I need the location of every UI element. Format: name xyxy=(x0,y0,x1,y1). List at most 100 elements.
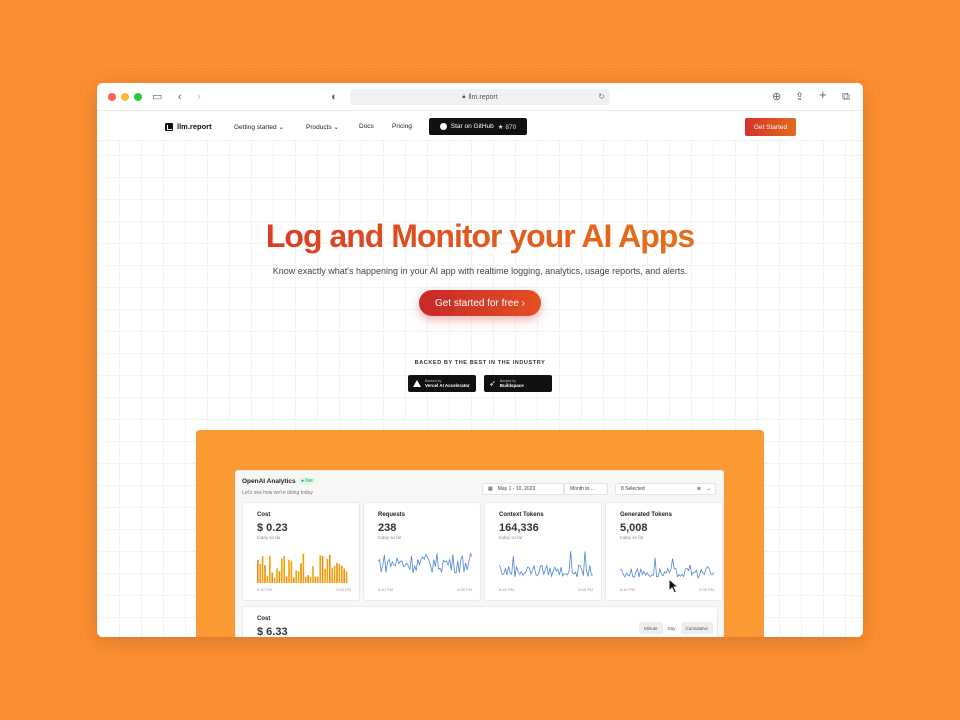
bar xyxy=(259,564,261,583)
time-start-label: 8:40 PM xyxy=(620,587,635,592)
metric-sparkline xyxy=(499,551,593,578)
address-bar[interactable]: 🔒︎ llm.report ↻ xyxy=(350,89,610,105)
selected-value: 8 Selected xyxy=(621,486,645,492)
get-started-free-button[interactable]: Get started for free › xyxy=(419,290,541,316)
buildspace-logo-icon: ➶ xyxy=(489,378,496,388)
maximize-window-button[interactable] xyxy=(134,92,142,101)
github-label: Star on GitHub xyxy=(450,123,494,130)
bar xyxy=(331,568,333,583)
metric-sparkline xyxy=(378,552,472,574)
dashboard-subtitle: Let's see how we're doing today xyxy=(242,490,313,496)
bar xyxy=(341,565,343,583)
back-icon[interactable]: ‹ xyxy=(178,90,182,104)
bar xyxy=(345,571,348,583)
bar xyxy=(276,568,278,583)
metric-subtitle: today so far xyxy=(499,535,523,540)
bar xyxy=(333,565,336,583)
bar xyxy=(281,558,283,583)
nav-pricing[interactable]: Pricing xyxy=(392,123,412,130)
bar xyxy=(338,564,341,583)
metric-subtitle: today so far xyxy=(257,535,281,540)
new-tab-icon[interactable]: + xyxy=(819,88,827,102)
mouse-cursor-icon xyxy=(668,578,680,594)
bar xyxy=(329,555,331,583)
period-value: Month to ... xyxy=(570,486,596,492)
metric-title: Requests xyxy=(378,512,406,518)
bar xyxy=(297,571,300,583)
date-range-picker[interactable]: ▦ May 1 - 10, 2023 xyxy=(482,483,564,495)
time-start-label: 8:40 PM xyxy=(378,587,393,592)
metric-value: 164,336 xyxy=(499,522,539,534)
browser-toolbar: ▭ ‹ › ◐ 🔒︎ llm.report ↻ ⊕ ⇪ + ⧉ xyxy=(97,83,863,111)
bar xyxy=(343,568,345,583)
get-started-button[interactable]: Get Started xyxy=(745,118,796,136)
nav-products[interactable]: Products ⌄ xyxy=(306,123,339,131)
metric-card: Context Tokens 164,336 today so far 8:40 PM… xyxy=(484,502,602,601)
sidebar-toggle-icon[interactable]: ▭ xyxy=(152,90,162,104)
browser-window: ▭ ‹ › ◐ 🔒︎ llm.report ↻ ⊕ ⇪ + ⧉ llm.repo… xyxy=(97,83,863,637)
nav-docs[interactable]: Docs xyxy=(359,123,374,130)
dashboard-preview-panel: OpenAI Analytics ● live Let's see how we… xyxy=(196,430,764,637)
chevron-down-icon[interactable]: ⌄ xyxy=(707,486,711,492)
vercel-badge[interactable]: Backed by Vercel AI Accelerator xyxy=(408,375,476,392)
metric-title: Context Tokens xyxy=(499,512,544,518)
bar xyxy=(307,575,309,583)
nav-getting-started[interactable]: Getting started ⌄ xyxy=(234,123,284,131)
hero-title: Log and Monitor your AI Apps xyxy=(97,218,863,255)
privacy-shield-icon[interactable]: ◐ xyxy=(331,90,338,104)
bar xyxy=(317,576,319,583)
download-icon[interactable]: ⊕ xyxy=(772,90,781,104)
share-icon[interactable]: ⇪ xyxy=(795,90,804,104)
site-nav: llm.report Getting started ⌄ Products ⌄ … xyxy=(97,111,863,141)
bar xyxy=(271,572,273,583)
cost-detail-card: Cost $ 6.33 Minute Day Cumulative xyxy=(242,606,718,637)
vercel-logo-icon xyxy=(413,380,421,387)
site-logo[interactable]: llm.report xyxy=(165,122,212,131)
clear-icon[interactable]: ⊗ xyxy=(697,486,701,492)
bar xyxy=(321,555,324,583)
bar xyxy=(283,556,285,583)
chart-logo-icon xyxy=(165,122,173,131)
segment-minute[interactable]: Minute xyxy=(639,622,663,634)
bar xyxy=(314,576,317,583)
sparkline-path xyxy=(499,551,593,578)
analytics-dashboard: OpenAI Analytics ● live Let's see how we… xyxy=(235,470,724,637)
bar xyxy=(324,568,326,583)
metric-value: $ 0.23 xyxy=(257,522,288,534)
model-select[interactable]: 8 Selected ⊗ ⌄ xyxy=(615,483,716,495)
bar xyxy=(302,553,305,583)
segment-cumulative[interactable]: Cumulative xyxy=(681,622,714,634)
tabs-overview-icon[interactable]: ⧉ xyxy=(842,90,850,104)
bar xyxy=(285,576,288,583)
time-end-label: 3:05 PM xyxy=(336,587,351,592)
url-text: llm.report xyxy=(468,93,498,101)
time-end-label: 3:05 PM xyxy=(457,587,472,592)
reload-icon[interactable]: ↻ xyxy=(598,92,605,101)
metric-sparkline xyxy=(257,553,348,583)
metric-card: Generated Tokens 5,008 today so far 8:40 PM… xyxy=(605,502,723,601)
webpage: llm.report Getting started ⌄ Products ⌄ … xyxy=(97,111,863,637)
metric-value: 238 xyxy=(378,522,397,534)
cost-detail-value: $ 6.33 xyxy=(257,626,288,637)
date-range-value: May 1 - 10, 2023 xyxy=(497,486,536,492)
bar xyxy=(319,555,321,583)
time-start-label: 8:40 PM xyxy=(257,587,272,592)
forward-icon[interactable]: › xyxy=(197,90,201,104)
sparkline-path xyxy=(378,552,472,574)
bar xyxy=(264,565,266,583)
segment-day[interactable]: Day xyxy=(662,622,681,634)
calendar-icon: ▦ xyxy=(488,486,493,492)
minimize-window-button[interactable] xyxy=(121,92,129,101)
github-star-button[interactable]: Star on GitHub ★ 870 xyxy=(429,118,527,135)
bar xyxy=(261,555,264,583)
metric-subtitle: today so far xyxy=(620,535,644,540)
metric-title: Generated Tokens xyxy=(620,512,672,518)
bar xyxy=(278,571,281,583)
metric-value: 5,008 xyxy=(620,522,648,534)
buildspace-badge[interactable]: ➶ Backed by Buildspace xyxy=(484,375,552,392)
backed-by-heading: BACKED BY THE BEST IN THE INDUSTRY xyxy=(414,360,546,366)
github-icon xyxy=(439,123,447,130)
close-window-button[interactable] xyxy=(108,92,116,101)
period-select[interactable]: Month to ... xyxy=(564,483,608,495)
sparkline-path xyxy=(620,557,714,580)
